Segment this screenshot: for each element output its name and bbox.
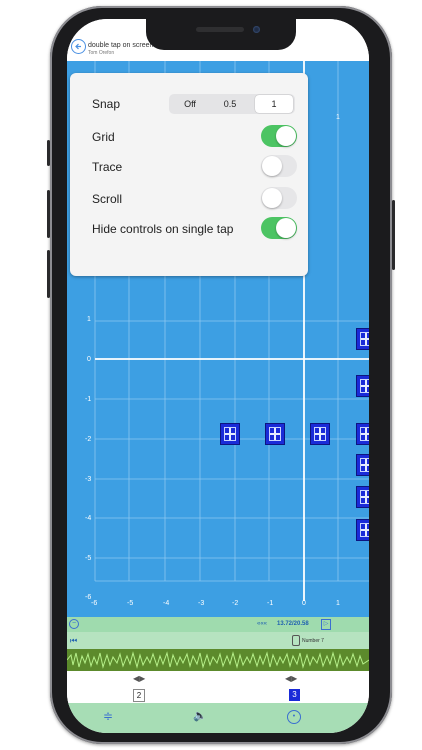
front-camera bbox=[253, 26, 260, 33]
settings-panel: Snap Off 0.5 1 Grid Trace Scroll Hide co… bbox=[70, 73, 308, 276]
snap-option-half[interactable]: 0.5 bbox=[211, 94, 249, 114]
point-marker[interactable] bbox=[220, 423, 240, 445]
frame-stepper-icon[interactable]: ◀▶ bbox=[285, 674, 297, 683]
snap-label: Snap bbox=[92, 97, 121, 111]
notch bbox=[146, 19, 296, 50]
snap-segmented-control[interactable]: Off 0.5 1 bbox=[169, 94, 295, 114]
point-marker[interactable] bbox=[356, 519, 369, 541]
grid-label: Grid bbox=[92, 130, 115, 144]
volume-up-button bbox=[47, 190, 50, 238]
frame-number-a[interactable]: 2 bbox=[133, 689, 145, 702]
power-button bbox=[392, 200, 395, 270]
speaker bbox=[196, 27, 244, 32]
playback-bar: − ««« 13.72/20.58 ▷ bbox=[67, 617, 369, 632]
x-tick: -2 bbox=[232, 600, 238, 607]
rewind-icon[interactable]: ««« bbox=[257, 621, 267, 627]
snap-option-one[interactable]: 1 bbox=[255, 95, 293, 113]
skip-back-icon[interactable]: ⏮ bbox=[70, 636, 77, 646]
equalizer-icon[interactable]: ≑ bbox=[103, 709, 113, 723]
x-tick: 1 bbox=[336, 600, 340, 607]
y-tick: 1 bbox=[87, 316, 91, 323]
time-readout: 13.72/20.58 bbox=[277, 621, 309, 627]
bottom-toolbar: ≑ 🔈 • bbox=[67, 703, 369, 733]
scroll-label: Scroll bbox=[92, 192, 123, 206]
mute-switch bbox=[47, 140, 50, 166]
back-arrow-icon bbox=[75, 43, 81, 50]
y-tick: -4 bbox=[85, 515, 91, 522]
phone-icon bbox=[292, 635, 300, 646]
y-tick: 0 bbox=[87, 356, 91, 363]
audio-waveform[interactable] bbox=[67, 649, 369, 671]
track-bar: ⏮ Number 7 bbox=[67, 632, 369, 649]
x-tick: -3 bbox=[198, 600, 204, 607]
track-name: Number 7 bbox=[302, 638, 324, 644]
volume-down-button bbox=[47, 250, 50, 298]
frame-slider-bar: ◀▶ ◀▶ bbox=[67, 671, 369, 689]
scroll-toggle[interactable] bbox=[261, 187, 297, 209]
point-marker[interactable] bbox=[356, 375, 369, 397]
point-marker[interactable] bbox=[265, 423, 285, 445]
frame-number-b[interactable]: 3 bbox=[289, 689, 300, 701]
top-tick: 1 bbox=[336, 114, 340, 121]
frame-stepper-icon[interactable]: ◀▶ bbox=[133, 674, 145, 683]
hide-controls-label: Hide controls on single tap bbox=[92, 222, 234, 236]
screen: double tap on screen Tom Orefon 1 0 -1 -… bbox=[67, 19, 369, 733]
record-icon[interactable]: • bbox=[287, 710, 301, 724]
collapse-icon[interactable]: − bbox=[69, 619, 79, 629]
y-tick: -3 bbox=[85, 476, 91, 483]
back-button[interactable] bbox=[71, 39, 86, 54]
x-tick: -6 bbox=[91, 600, 97, 607]
point-marker[interactable] bbox=[356, 423, 369, 445]
frame-number-bar: 2 3 bbox=[67, 688, 369, 704]
snap-option-off[interactable]: Off bbox=[171, 94, 209, 114]
x-tick: 0 bbox=[302, 600, 306, 607]
hide-controls-toggle[interactable] bbox=[261, 217, 297, 239]
trace-toggle[interactable] bbox=[261, 155, 297, 177]
page-title: double tap on screen bbox=[88, 42, 154, 49]
y-tick: -1 bbox=[85, 396, 91, 403]
point-marker[interactable] bbox=[310, 423, 330, 445]
y-tick: -2 bbox=[85, 436, 91, 443]
grid-toggle[interactable] bbox=[261, 125, 297, 147]
point-marker[interactable] bbox=[356, 486, 369, 508]
speaker-icon[interactable]: 🔈 bbox=[193, 709, 207, 722]
page-subtitle: Tom Orefon bbox=[88, 50, 115, 56]
play-icon[interactable]: ▷ bbox=[321, 619, 331, 630]
point-marker[interactable] bbox=[356, 328, 369, 350]
point-marker[interactable] bbox=[356, 454, 369, 476]
trace-label: Trace bbox=[92, 160, 123, 174]
x-tick: -4 bbox=[163, 600, 169, 607]
x-tick: -1 bbox=[267, 600, 273, 607]
y-tick: -5 bbox=[85, 555, 91, 562]
waveform-graphic bbox=[67, 651, 369, 669]
x-tick: -5 bbox=[127, 600, 133, 607]
